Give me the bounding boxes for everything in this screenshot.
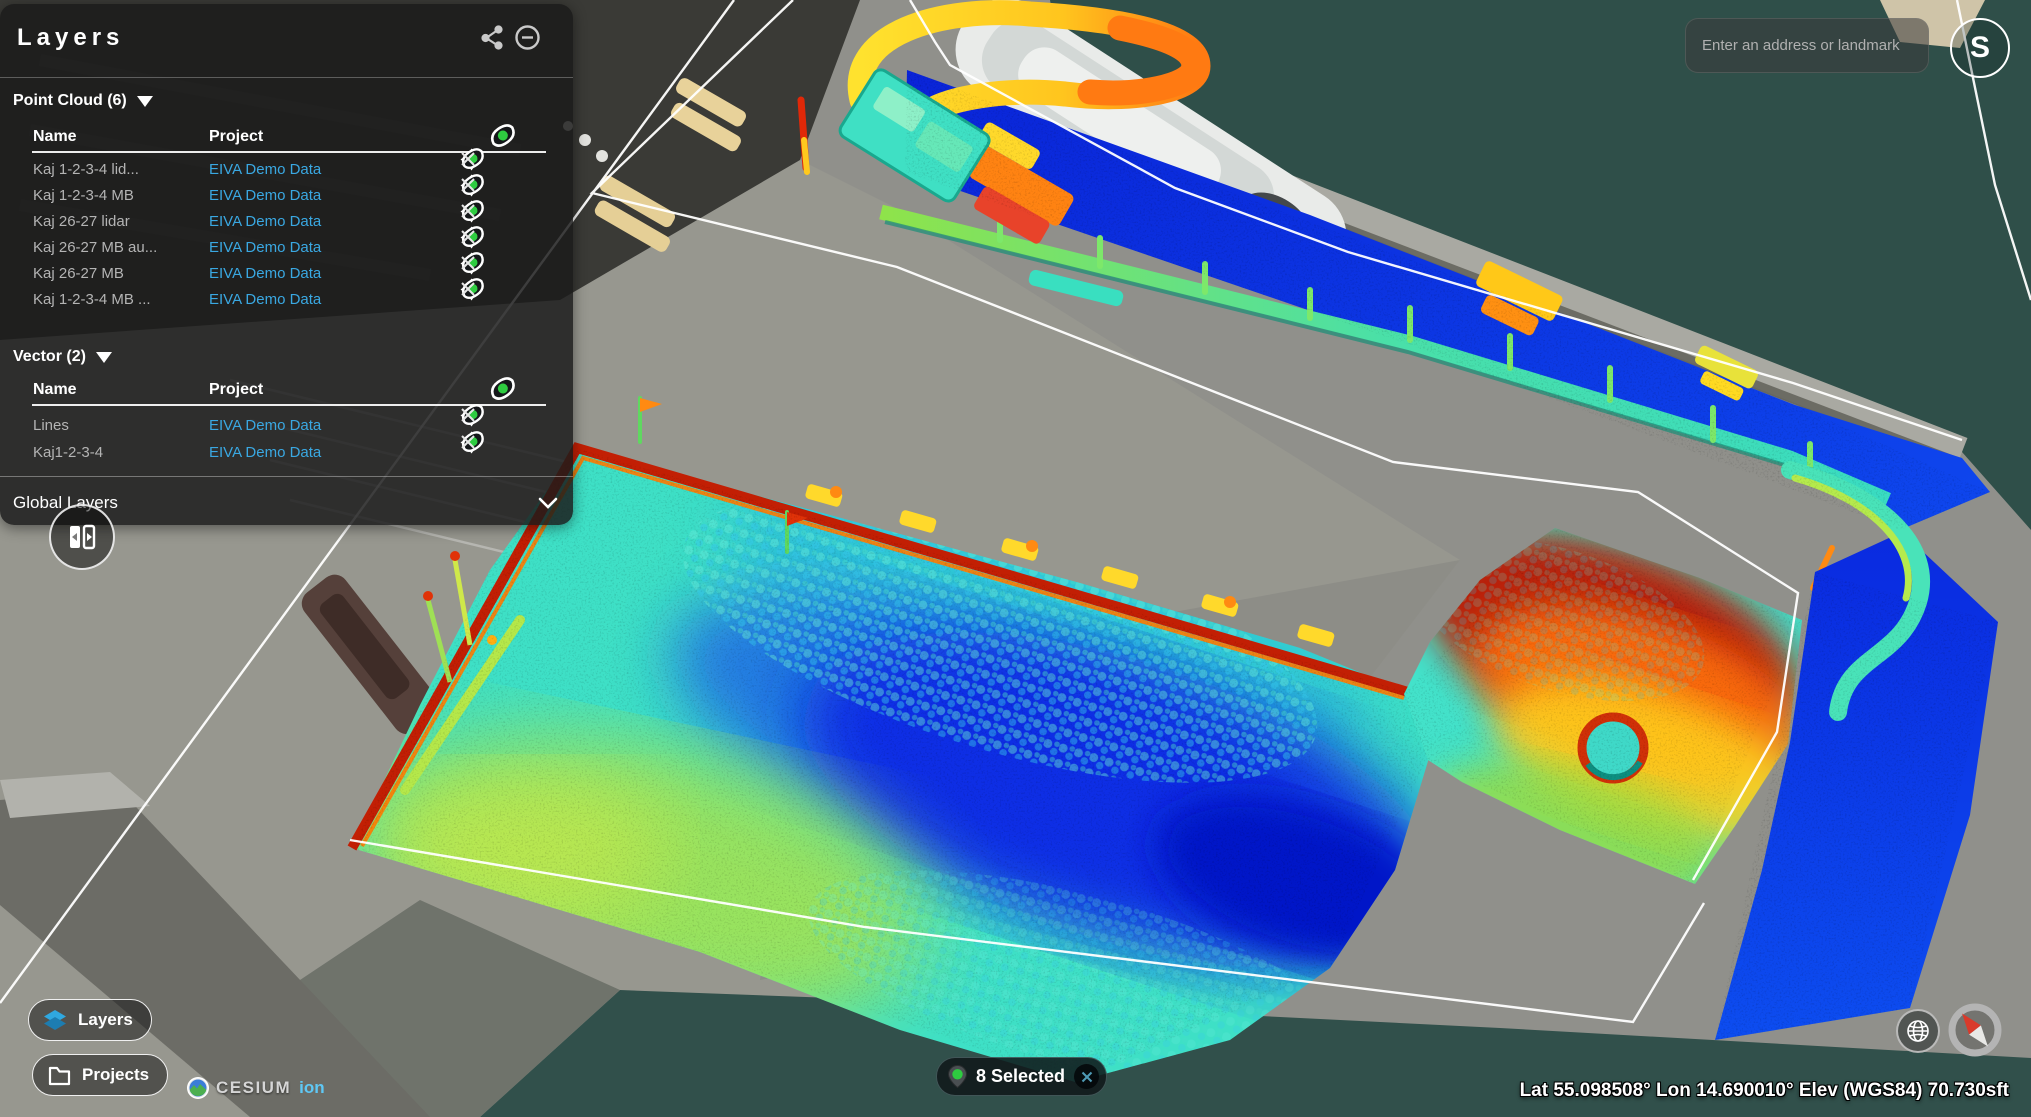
- minimize-panel-button[interactable]: [513, 23, 541, 51]
- column-header-project: Project: [209, 381, 263, 399]
- layer-name: Lines: [33, 417, 69, 434]
- split-view-button[interactable]: [49, 504, 115, 570]
- section-point-cloud[interactable]: Point Cloud (6): [13, 92, 153, 110]
- layer-name: Kaj 26-27 lidar: [33, 213, 130, 230]
- share-icon: [479, 24, 505, 50]
- chevron-down-icon: [538, 497, 558, 509]
- remove-layer-icon[interactable]: [460, 229, 476, 245]
- layers-panel: Layers Point Cloud (6) Name Project: [0, 4, 573, 525]
- visibility-eye-icon: [489, 124, 517, 148]
- compass-control[interactable]: [1947, 1002, 2003, 1058]
- layers-icon: [42, 1008, 68, 1032]
- layer-project-link[interactable]: EIVA Demo Data: [209, 265, 321, 282]
- projects-button[interactable]: Projects: [32, 1054, 168, 1096]
- column-header-name: Name: [33, 381, 77, 399]
- triangle-collapse-icon: [137, 96, 153, 107]
- layer-project-link[interactable]: EIVA Demo Data: [209, 291, 321, 308]
- layer-row: Kaj1-2-3-4 EIVA Demo Data: [0, 441, 573, 467]
- panel-divider: [0, 77, 573, 78]
- projects-button-label: Projects: [82, 1065, 149, 1085]
- close-icon: [1081, 1071, 1093, 1083]
- cesium-globe-icon: [186, 1076, 210, 1100]
- panel-title: Layers: [17, 24, 124, 52]
- layer-project-link[interactable]: EIVA Demo Data: [209, 239, 321, 256]
- folder-icon: [46, 1064, 72, 1086]
- clear-selection-button[interactable]: [1074, 1064, 1099, 1089]
- column-header-project: Project: [209, 128, 263, 146]
- remove-layer-icon[interactable]: [460, 203, 476, 219]
- layer-row: Kaj 26-27 MB EIVA Demo Data: [0, 262, 573, 288]
- cesium-wordmark: CESIUM: [216, 1078, 291, 1098]
- layer-name: Kaj 1-2-3-4 MB: [33, 187, 134, 204]
- layer-row: Kaj 1-2-3-4 lid... EIVA Demo Data: [0, 158, 573, 184]
- layer-row: Kaj 26-27 lidar EIVA Demo Data: [0, 210, 573, 236]
- remove-layer-icon[interactable]: [460, 407, 476, 423]
- layer-name: Kaj 26-27 MB au...: [33, 239, 157, 256]
- layer-project-link[interactable]: EIVA Demo Data: [209, 417, 321, 434]
- section-point-cloud-label: Point Cloud (6): [13, 92, 127, 110]
- cesium-ion-logo[interactable]: CESIUM ion: [186, 1076, 325, 1100]
- remove-layer-icon[interactable]: [460, 177, 476, 193]
- section-vector-label: Vector (2): [13, 348, 86, 366]
- compass-icon: [1947, 1002, 2003, 1058]
- user-avatar[interactable]: S: [1950, 18, 2010, 78]
- triangle-collapse-icon: [96, 352, 112, 363]
- layer-project-link[interactable]: EIVA Demo Data: [209, 161, 321, 178]
- layer-row: Kaj 1-2-3-4 MB EIVA Demo Data: [0, 184, 573, 210]
- layer-name: Kaj1-2-3-4: [33, 444, 103, 461]
- map-pin-icon: [948, 1065, 967, 1088]
- layer-name: Kaj 1-2-3-4 MB ...: [33, 291, 151, 308]
- remove-layer-icon[interactable]: [460, 255, 476, 271]
- ion-wordmark: ion: [299, 1078, 325, 1098]
- layer-row: Kaj 1-2-3-4 MB ... EIVA Demo Data: [0, 288, 573, 314]
- remove-layer-icon[interactable]: [460, 281, 476, 297]
- layer-name: Kaj 26-27 MB: [33, 265, 124, 282]
- column-header-name: Name: [33, 128, 77, 146]
- visibility-eye-icon: [489, 377, 517, 401]
- layers-button-label: Layers: [78, 1010, 133, 1030]
- app-viewport: Layers Point Cloud (6) Name Project: [0, 0, 2031, 1117]
- minus-circle-icon: [514, 24, 541, 51]
- layer-project-link[interactable]: EIVA Demo Data: [209, 213, 321, 230]
- layer-project-link[interactable]: EIVA Demo Data: [209, 444, 321, 461]
- remove-layer-icon[interactable]: [460, 151, 476, 167]
- search-box: [1685, 18, 1929, 73]
- globe-view-button[interactable]: [1896, 1009, 1940, 1053]
- selection-pill: 8 Selected: [936, 1057, 1107, 1096]
- layer-name: Kaj 1-2-3-4 lid...: [33, 161, 139, 178]
- globe-icon: [1905, 1018, 1931, 1044]
- layer-project-link[interactable]: EIVA Demo Data: [209, 187, 321, 204]
- user-initial: S: [1970, 31, 1990, 65]
- remove-layer-icon[interactable]: [460, 434, 476, 450]
- share-button[interactable]: [478, 23, 506, 51]
- section-vector[interactable]: Vector (2): [13, 348, 112, 366]
- split-view-icon: [67, 523, 97, 551]
- search-input[interactable]: [1686, 19, 1928, 72]
- coordinates-readout: Lat 55.098508° Lon 14.690010° Elev (WGS8…: [1520, 1080, 2009, 1102]
- layers-button[interactable]: Layers: [28, 999, 152, 1041]
- layer-row: Lines EIVA Demo Data: [0, 414, 573, 440]
- selection-count-label: 8 Selected: [976, 1066, 1065, 1087]
- layer-row: Kaj 26-27 MB au... EIVA Demo Data: [0, 236, 573, 262]
